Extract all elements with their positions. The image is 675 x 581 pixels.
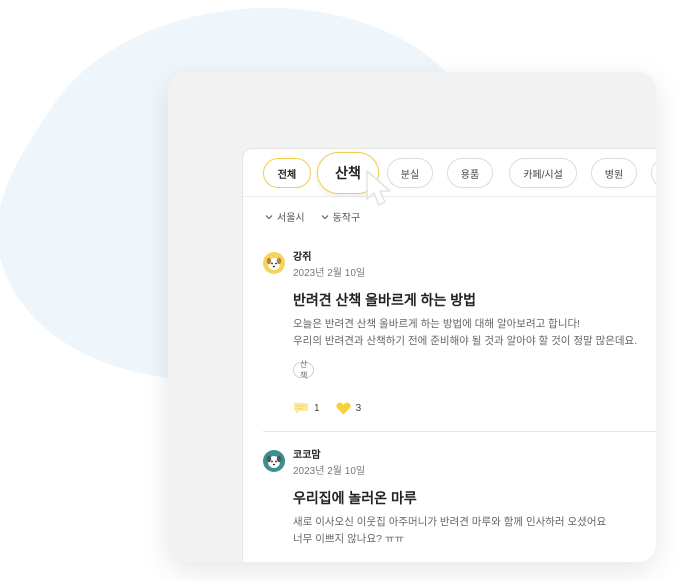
category-label: 산책 (335, 165, 361, 181)
district-filter-label: 동작구 (332, 213, 361, 224)
avatar (263, 450, 285, 472)
author-name: 강쥐 (293, 252, 312, 263)
chevron-down-icon (321, 214, 329, 219)
post-body-line: 너무 이쁘지 않나요? ㅠㅠ (293, 533, 405, 545)
city-filter[interactable]: 서울시 (265, 209, 305, 224)
community-panel: 전체 산책 분실 용품 카페/시설 병원 서울시 동작구 강쥐 2023년 2월… (242, 148, 656, 562)
category-label: 카페/시설 (523, 169, 563, 181)
comment-count-value: 1 (314, 403, 320, 414)
category-label: 분실 (400, 169, 420, 181)
category-chip-all[interactable]: 전체 (263, 158, 311, 188)
category-chip-cafe[interactable]: 카페/시설 (509, 158, 577, 188)
comment-icon (294, 403, 308, 414)
post-body-line: 오늘은 반려견 산책 올바르게 하는 방법에 대해 알아보려고 합니다! (293, 318, 581, 330)
chevron-down-icon (265, 214, 273, 219)
avatar (263, 252, 285, 274)
post-tag[interactable]: 산책 (293, 360, 315, 380)
dog-avatar-icon (266, 257, 282, 270)
like-count-value: 3 (355, 403, 362, 414)
city-filter-label: 서울시 (277, 213, 305, 224)
category-chip-more[interactable] (651, 158, 656, 188)
category-bar: 전체 산책 분실 용품 카페/시설 병원 (243, 149, 656, 197)
category-chip-supplies[interactable]: 용품 (447, 158, 493, 188)
category-label: 전체 (277, 169, 297, 181)
author-name: 코코맘 (293, 450, 321, 461)
post-body: 새로 이사오신 이웃집 아주머니가 반려견 마루와 함께 인사하러 오셨어요 너… (293, 514, 606, 548)
category-label: 용품 (460, 169, 480, 181)
post-divider (263, 431, 656, 432)
comment-count[interactable]: 1 (293, 402, 320, 415)
post-title[interactable]: 반려견 산책 올바르게 하는 방법 (293, 290, 476, 310)
post-body: 오늘은 반려견 산책 올바르게 하는 방법에 대해 알아보려고 합니다! 우리의… (293, 316, 637, 350)
category-chip-hospital[interactable]: 병원 (591, 158, 637, 188)
post-title[interactable]: 우리집에 놀러온 마루 (293, 488, 417, 508)
post-body-line: 우리의 반려견과 산책하기 전에 준비해야 될 것과 알아야 할 것이 정말 많… (293, 335, 638, 347)
district-filter[interactable]: 동작구 (321, 209, 361, 224)
post-body-line: 새로 이사오신 이웃집 아주머니가 반려견 마루와 함께 인사하러 오셨어요 (293, 516, 607, 528)
location-filters: 서울시 동작구 (265, 209, 360, 224)
post-date: 2023년 2월 10일 (293, 466, 366, 477)
pointer-cursor-icon (366, 170, 391, 206)
dog-avatar-icon (266, 455, 282, 468)
category-label: 병원 (604, 169, 624, 181)
app-card: 전체 산책 분실 용품 카페/시설 병원 서울시 동작구 강쥐 2023년 2월… (168, 72, 656, 562)
post-stats: 1 3 (293, 402, 361, 415)
post-date: 2023년 2월 10일 (293, 268, 366, 279)
heart-icon (335, 402, 351, 415)
like-count[interactable]: 3 (335, 402, 362, 415)
